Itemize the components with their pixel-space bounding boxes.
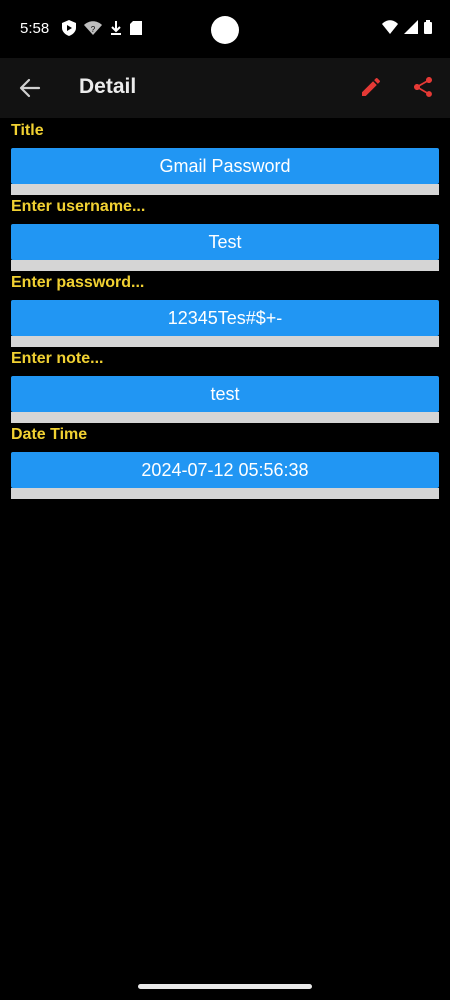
username-value[interactable]: Test (11, 224, 439, 260)
field-underline (11, 184, 439, 195)
field-note: Enter note... test (11, 348, 439, 423)
field-label: Title (11, 122, 44, 139)
home-indicator[interactable] (138, 984, 312, 989)
battery-icon (424, 20, 432, 39)
field-underline (11, 336, 439, 347)
datetime-value[interactable]: 2024-07-12 05:56:38 (11, 452, 439, 488)
wifi-icon (382, 20, 398, 39)
back-button[interactable] (14, 72, 46, 104)
share-button[interactable] (408, 72, 438, 102)
status-time: 5:58 (20, 20, 50, 37)
status-right-icons (382, 20, 432, 39)
field-password: Enter password... 12345Tes#$+- (11, 272, 439, 347)
sd-card-icon (130, 21, 142, 39)
password-value[interactable]: 12345Tes#$+- (11, 300, 439, 336)
field-datetime: Date Time 2024-07-12 05:56:38 (11, 424, 439, 499)
share-icon (414, 77, 432, 97)
shield-play-icon (62, 20, 76, 40)
field-label: Enter password... (11, 274, 145, 291)
front-camera (211, 16, 239, 44)
page-title: Detail (79, 75, 137, 98)
arrow-left-icon (19, 78, 41, 98)
field-underline (11, 488, 439, 499)
edit-button[interactable] (356, 72, 386, 102)
field-label: Enter username... (11, 198, 146, 215)
pencil-icon (362, 77, 381, 96)
note-value[interactable]: test (11, 376, 439, 412)
svg-text:?: ? (91, 25, 96, 34)
app-bar: Detail (0, 58, 450, 118)
field-title: Title Gmail Password (11, 120, 439, 195)
field-label: Enter note... (11, 350, 104, 367)
field-underline (11, 412, 439, 423)
field-username: Enter username... Test (11, 196, 439, 271)
field-underline (11, 260, 439, 271)
title-value[interactable]: Gmail Password (11, 148, 439, 184)
signal-icon (404, 20, 418, 39)
status-bar: 5:58 ? (0, 0, 450, 58)
field-label: Date Time (11, 426, 88, 443)
status-left-icons: ? (62, 20, 142, 40)
wifi-question-icon: ? (84, 21, 102, 39)
download-icon (110, 21, 122, 39)
